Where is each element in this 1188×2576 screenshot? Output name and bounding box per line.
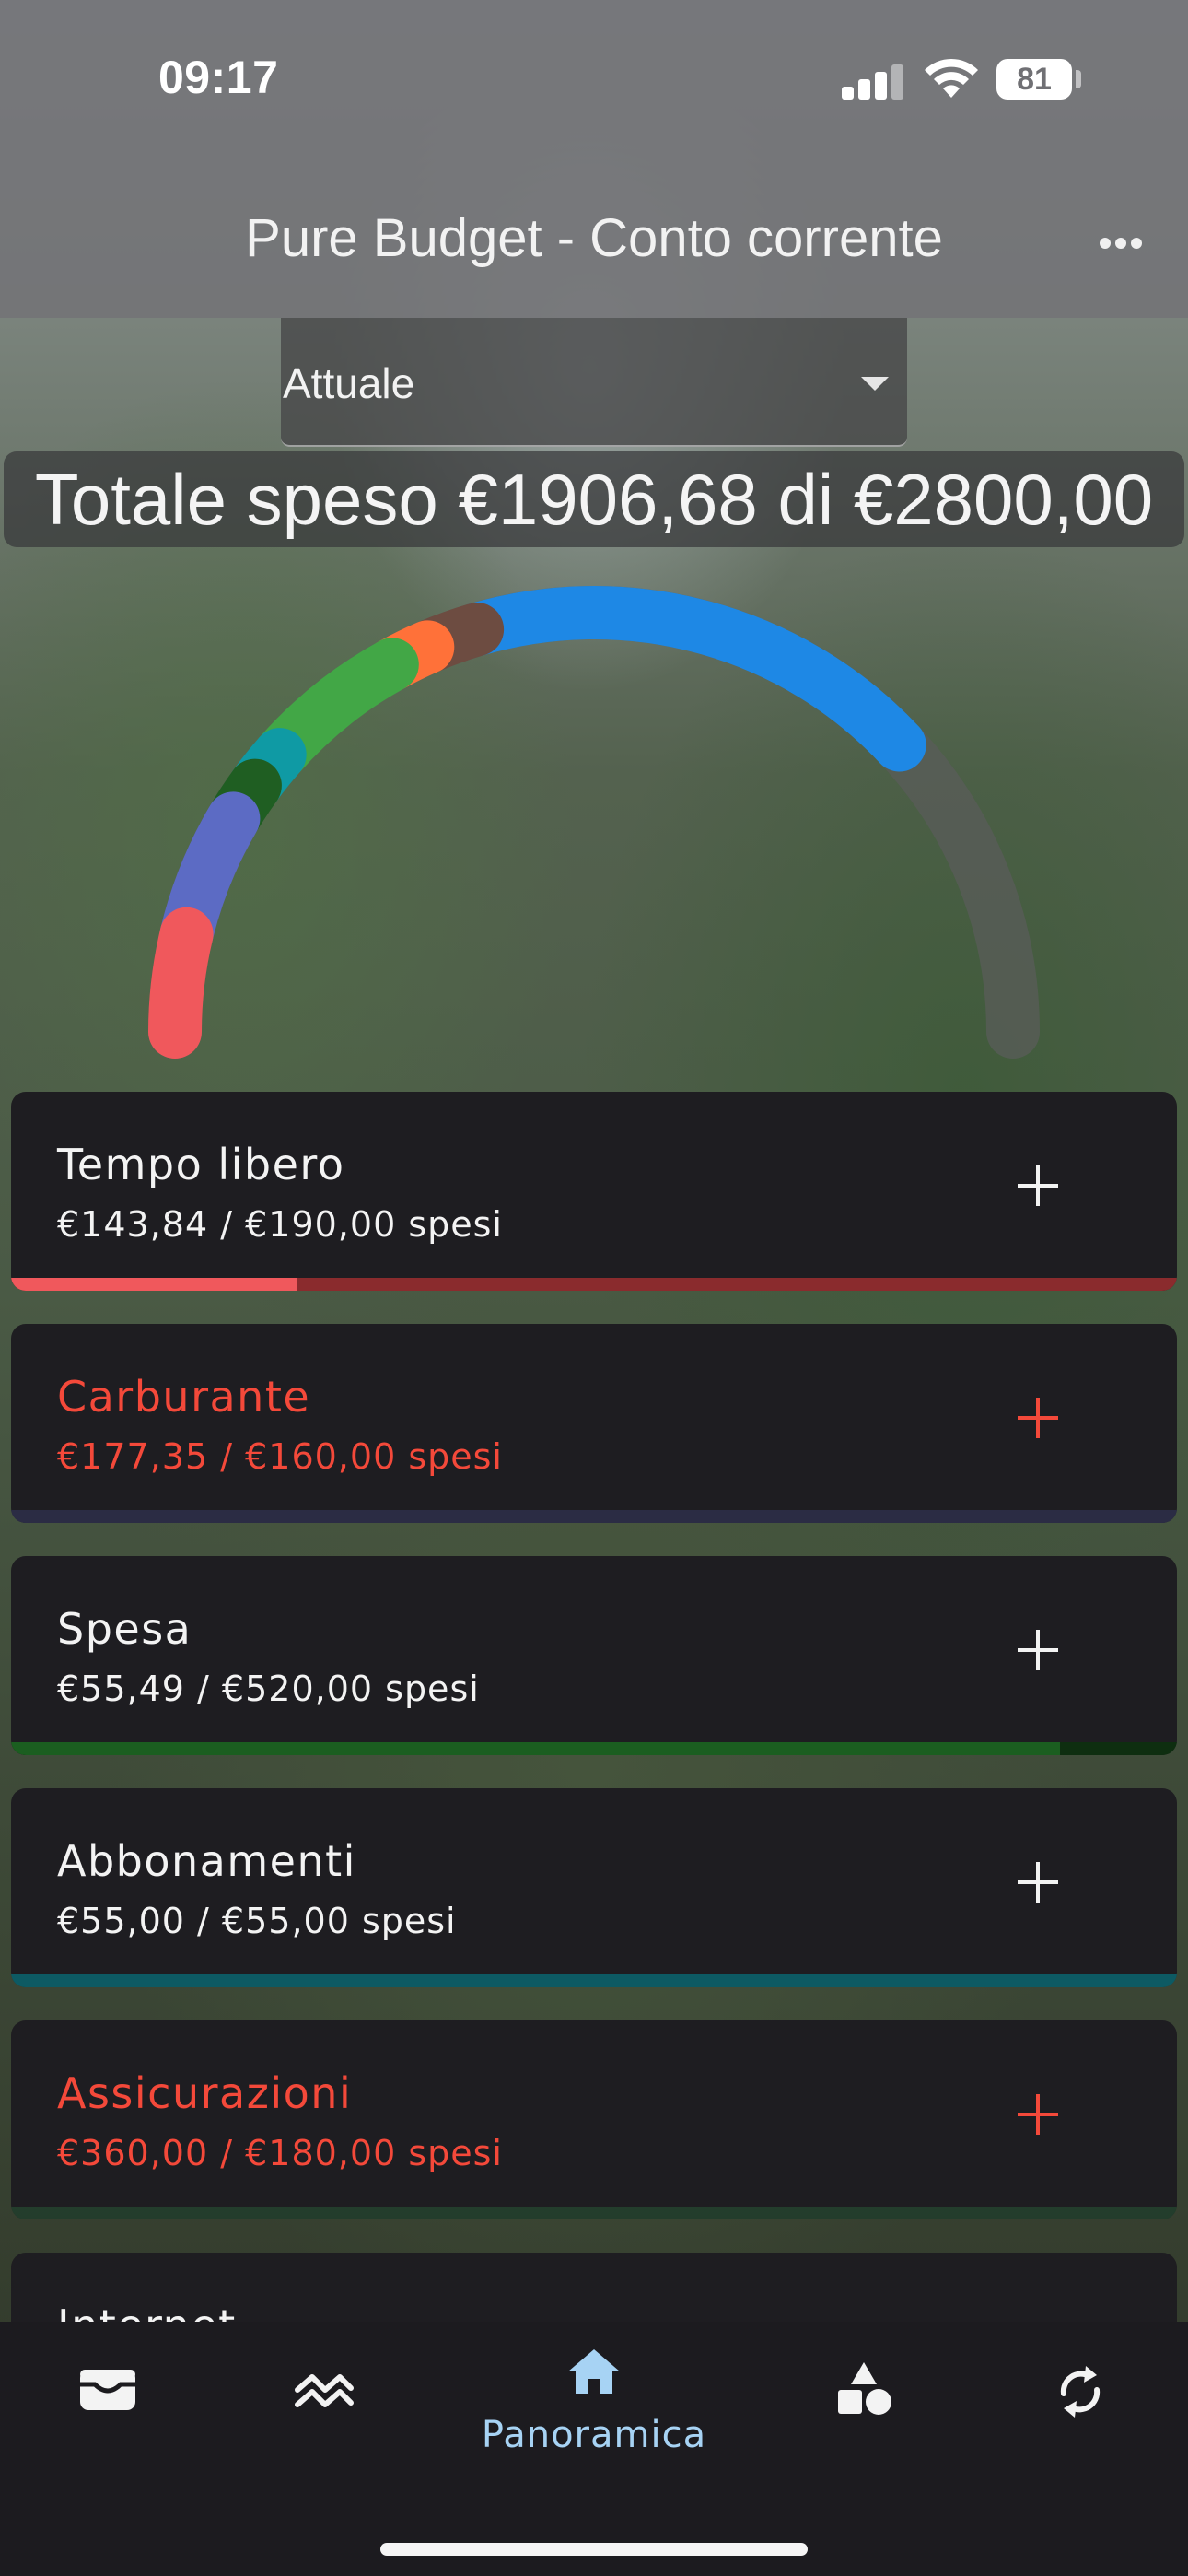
add-expense-button[interactable] — [1010, 1622, 1066, 1678]
add-expense-button[interactable] — [1010, 1855, 1066, 1910]
tab-panoramica[interactable]: Panoramica — [460, 2322, 728, 2506]
bottom-tab-bar: Panoramica — [0, 2322, 1188, 2576]
category-progress-bar — [11, 2207, 1177, 2219]
home-indicator — [380, 2543, 808, 2556]
add-expense-button[interactable] — [1010, 1390, 1066, 1446]
gauge-segment — [450, 586, 926, 772]
category-name: Spesa — [57, 1604, 192, 1654]
tab-wallet[interactable] — [46, 2322, 170, 2506]
status-time: 09:17 — [158, 52, 279, 103]
category-progress-bar — [11, 1278, 1177, 1291]
spending-gauge — [148, 586, 1040, 1059]
header-bar — [0, 0, 1188, 318]
page-title: Pure Budget - Conto corrente — [245, 208, 943, 268]
category-amount: €55,49 / €520,00 spesi — [57, 1669, 480, 1709]
category-name: Internet — [57, 2301, 237, 2322]
battery-cap — [1076, 70, 1081, 88]
category-list: Tempo libero €143,84 / €190,00 spesi Carbu… — [0, 1092, 1188, 2322]
period-dropdown-value: Attuale — [283, 359, 415, 407]
add-expense-button[interactable] — [1010, 2087, 1066, 2142]
wifi-icon — [925, 58, 978, 98]
category-progress-bar — [11, 1510, 1177, 1523]
dropdown-arrow-icon — [861, 377, 889, 391]
category-progress-fill — [11, 1742, 1061, 1755]
category-name: Tempo libero — [57, 1140, 345, 1189]
tab-label-panoramica: Panoramica — [481, 2414, 707, 2456]
category-card[interactable]: Tempo libero €143,84 / €190,00 spesi — [11, 1092, 1177, 1291]
tab-trends[interactable] — [262, 2322, 387, 2506]
category-amount: €360,00 / €180,00 spesi — [57, 2133, 503, 2173]
shapes-icon — [838, 2362, 891, 2415]
battery-icon: 81 — [996, 59, 1072, 100]
total-spent-summary: Totale speso €1906,68 di €2800,00 — [4, 451, 1184, 547]
category-card[interactable]: Spesa €55,49 / €520,00 spesi — [11, 1556, 1177, 1755]
gauge-segment — [148, 907, 214, 1059]
category-progress-fill — [11, 2207, 1177, 2219]
category-name: Abbonamenti — [57, 1836, 356, 1886]
category-amount: €177,35 / €160,00 spesi — [57, 1436, 503, 1477]
category-progress-fill — [11, 1974, 1177, 1987]
cellular-signal-icon — [840, 63, 904, 100]
gauge-track — [148, 586, 1040, 1059]
period-dropdown[interactable]: Attuale — [281, 318, 907, 447]
category-card[interactable]: Carburante €177,35 / €160,00 spesi — [11, 1324, 1177, 1523]
category-progress-fill — [11, 1510, 1177, 1523]
wallet-icon — [80, 2370, 135, 2410]
category-card[interactable]: Assicurazioni €360,00 / €180,00 spesi — [11, 2020, 1177, 2219]
add-expense-button[interactable] — [1010, 1158, 1066, 1213]
category-progress-fill — [11, 1278, 297, 1291]
home-icon — [568, 2349, 620, 2394]
trend-chart-icon — [295, 2374, 354, 2407]
tab-categories[interactable] — [801, 2322, 926, 2506]
category-card[interactable]: Internet — [11, 2253, 1177, 2322]
category-name: Assicurazioni — [57, 2068, 353, 2118]
category-progress-bar — [11, 1742, 1177, 1755]
category-card[interactable]: Abbonamenti €55,00 / €55,00 spesi — [11, 1788, 1177, 1987]
ellipsis-icon — [1100, 238, 1111, 249]
tab-sync[interactable] — [1018, 2322, 1142, 2506]
category-progress-bar — [11, 1974, 1177, 1987]
category-amount: €143,84 / €190,00 spesi — [57, 1204, 503, 1245]
category-name: Carburante — [57, 1372, 311, 1422]
more-options-button[interactable] — [1089, 228, 1153, 256]
sync-icon — [1060, 2366, 1101, 2418]
category-amount: €55,00 / €55,00 spesi — [57, 1901, 457, 1941]
